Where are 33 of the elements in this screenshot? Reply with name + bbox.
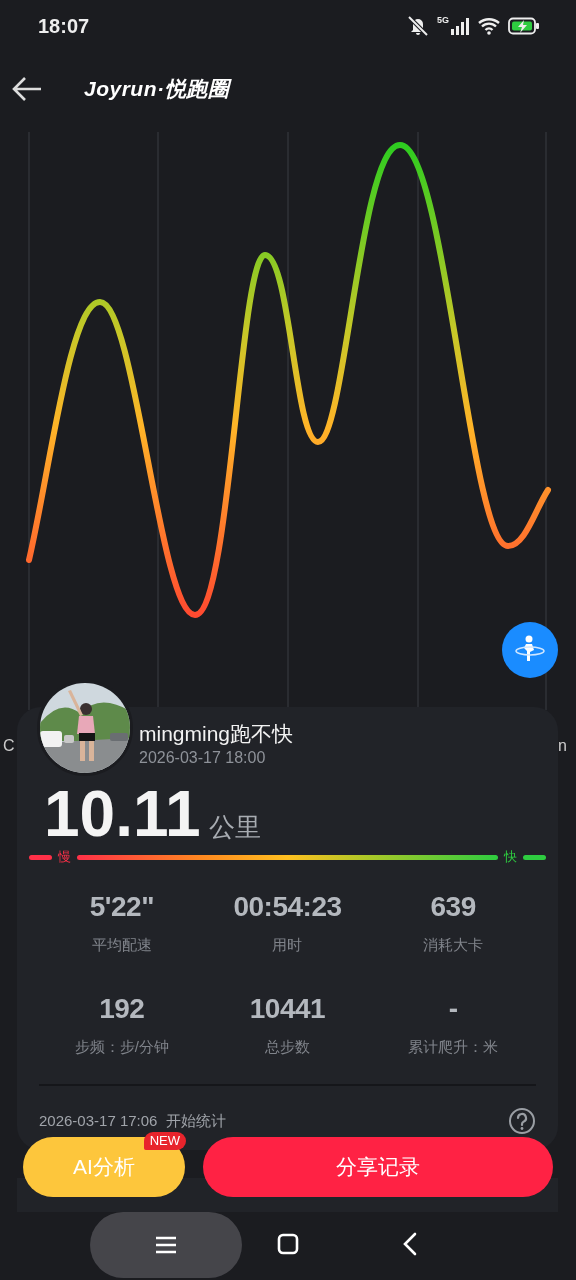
start-time: 2026-03-17 17:06 开始统计: [39, 1111, 226, 1131]
new-badge: NEW: [143, 1132, 186, 1150]
runner-button[interactable]: [502, 622, 558, 678]
distance-unit: 公里: [208, 811, 261, 844]
stat-value: 10441: [249, 992, 326, 1026]
user-name: mingming跑不快: [139, 721, 295, 747]
share-button[interactable]: 分享记录: [203, 1137, 553, 1197]
distance-value: 10.11: [44, 781, 201, 847]
stat-label: 消耗大卡: [423, 935, 484, 955]
stat-value: 639: [430, 890, 476, 924]
stat-label: 步频：步/分钟: [74, 1037, 169, 1057]
status-time: 18:07: [38, 14, 91, 38]
axis-label: C: [3, 737, 15, 755]
home-icon[interactable]: [277, 1233, 299, 1255]
stat-label: 用时: [272, 935, 303, 955]
stat-value: 192: [99, 992, 145, 1026]
wifi-icon: [477, 17, 501, 35]
battery-charging-icon: [508, 17, 540, 35]
stat-label: 总步数: [265, 1037, 310, 1057]
pace-scale: 慢 快: [29, 851, 546, 863]
back-icon[interactable]: [401, 1232, 419, 1256]
network-type: 5G: [437, 16, 449, 25]
help-icon[interactable]: [508, 1107, 536, 1135]
stat-value: 00:54:23: [233, 890, 342, 924]
axis-label: n: [558, 737, 567, 755]
stat-label: 累计爬升：米: [408, 1037, 499, 1057]
menu-icon: [155, 1235, 177, 1255]
run-date: 2026-03-17 18:00: [139, 748, 267, 768]
stat-value: -: [448, 992, 458, 1026]
signal-icon: [450, 16, 470, 36]
stat-label: 平均配速: [91, 935, 152, 955]
stat-value: 5'22": [89, 890, 154, 924]
muted-bell-icon: [406, 15, 430, 37]
